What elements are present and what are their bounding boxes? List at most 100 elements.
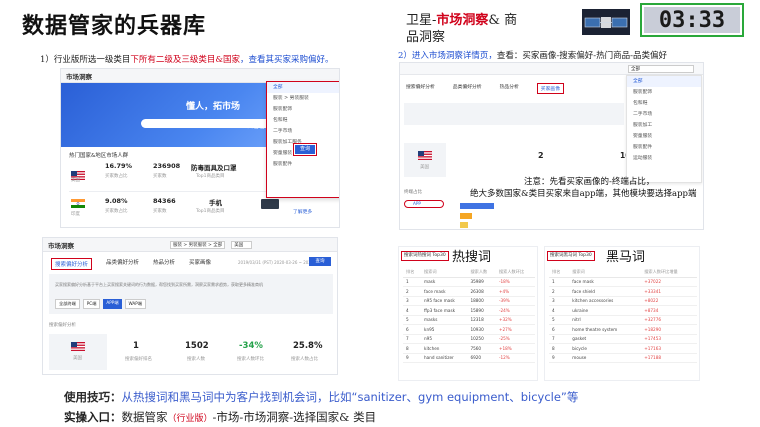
dark-horse-label: 黑马词 (606, 250, 646, 265)
list-item[interactable]: 二手市场 (627, 109, 701, 120)
row-in-pct: 9.08% (105, 197, 128, 205)
shot-b-topbar: 市场洞察 服装 > 男装服装 > 全部 美国 (43, 238, 337, 252)
header-highlight: 市场洞察 (436, 13, 489, 28)
table-row[interactable]: 7 gasket +17453 (549, 334, 697, 344)
step1-blue: ，查看其买家采购偏好。 (240, 55, 334, 65)
table-row[interactable]: 1 mask 35989 -18% (403, 277, 535, 287)
dropdown-item[interactable]: 服装 > 男装服装 (267, 93, 339, 104)
list-item[interactable]: 服装配件 (627, 142, 701, 153)
entry-path: 实操入口：数据管家（行业版）-市场-市场洞察-选择国家& 类目 (64, 409, 376, 425)
col-mom: 搜索人数环比 (495, 267, 535, 278)
table-row[interactable]: 9 hand sanitizer 6920 -12% (403, 353, 535, 363)
row-in-num-label: 买家数 (153, 209, 167, 214)
shot-a-brand: 市场洞察 (66, 72, 92, 81)
list-item[interactable]: 包和鞋 (627, 98, 701, 109)
table-row[interactable]: 5 masks 12318 +32% (403, 315, 535, 325)
hero-button[interactable]: 去看看 (247, 121, 265, 130)
table-row[interactable]: 5 nitrl +32776 (549, 315, 697, 325)
chip-all[interactable]: 全部终端 (55, 299, 80, 309)
dropdown-item[interactable]: 服装配饰 (267, 104, 339, 115)
table-row[interactable]: 6 kn95 10930 +27% (403, 324, 535, 335)
shot-c-desc-panel (404, 103, 624, 125)
entry-red: （行业版） (167, 414, 213, 424)
annotation-line-1: 注意：先看买家画像的-终端占比， (524, 177, 655, 187)
tab-category-preference[interactable]: 品类偏好分析 (453, 83, 482, 94)
hot-search-panel: 排名 搜索词 搜索人数 搜索人数环比 1 mask 35989 -18% 2 face … (398, 246, 538, 381)
chip-pc[interactable]: PC端 (82, 299, 101, 309)
table-row[interactable]: 4 ffp3 face mask 15890 -24% (403, 305, 535, 316)
row-in-num: 84366 (153, 197, 176, 205)
step-2-caption: 2）进入市场洞察详情页，查看：买家画像-搜索偏好-热门商品-品类偏好 (398, 49, 667, 61)
chip-wap[interactable]: WAP端 (124, 299, 147, 309)
shot-b-tabs: 搜索偏好分析 品类偏好分析 热品分析 买家画像 (51, 258, 211, 270)
category-dropdown[interactable]: 全部 服装 > 男装服装 服装配饰 包和鞋 二手市场 服装加工服务 婴童服装 服… (266, 81, 339, 198)
tab-hot-products[interactable]: 热品分析 (500, 83, 519, 94)
table-row[interactable]: 3 kitchen accessories +8022 (549, 296, 697, 306)
tab-search-preference[interactable]: 搜索偏好分析 (51, 258, 93, 270)
hot-search-label: 热搜词 (452, 250, 492, 265)
category-filter[interactable]: 服装 > 男装服装 > 全部 (170, 240, 226, 249)
terminal-bar-app (460, 203, 494, 209)
terminal-share-label: 终端占比 (404, 190, 422, 195)
table-header-row: 排名 搜索词 搜索人数环比增量 (549, 267, 697, 278)
table-row[interactable]: 2 face mask 26308 +4% (403, 286, 535, 297)
table-row[interactable]: 2 face shield +33341 (549, 286, 697, 297)
table-row[interactable]: 9 mouse +17188 (549, 353, 697, 363)
table-row[interactable]: 6 home theatre system +18290 (549, 324, 697, 335)
stat-share: 25.8% (293, 341, 323, 351)
dark-horse-badge: 搜索词黑马词 Top30 (547, 251, 595, 261)
dropdown-item[interactable]: 全部 (267, 82, 339, 93)
country-card-label: 美国 (73, 356, 82, 361)
dropdown-item[interactable]: 二手市场 (267, 126, 339, 137)
dropdown-item[interactable]: 包和鞋 (267, 115, 339, 126)
step2-post: 查看：买家画像-搜索偏好-热门商品-品类偏好 (496, 51, 668, 61)
slide: 数据管家的兵器库 卫星-市场洞察& 商品洞察 03:33 1）行业版所选一级类目… (0, 0, 760, 427)
list-item[interactable]: 服装配饰 (627, 87, 701, 98)
stat-searchers-label: 搜索人数 (187, 357, 205, 362)
shot-c-category-list[interactable]: 全部 服装配饰 包和鞋 二手市场 服装加工 婴童服装 服装配件 运动服装 (626, 75, 702, 183)
chip-app[interactable]: APP端 (103, 299, 122, 309)
tab-buyer-profile-active[interactable]: 买家画像 (536, 83, 564, 94)
list-item[interactable]: 运动服装 (627, 153, 701, 164)
query-button-label: 查询 (295, 145, 315, 154)
list-item[interactable]: 服装加工 (627, 120, 701, 131)
terminal-chips: 全部终端 PC端 APP端 WAP端 (55, 299, 147, 309)
header-right: 卫星-市场洞察& 商品洞察 (406, 12, 518, 46)
tab-hot-products[interactable]: 热品分析 (153, 258, 175, 270)
country-select[interactable]: 美国 (231, 240, 253, 249)
shot-c-tabs: 搜索偏好分析 品类偏好分析 热品分析 买家画像 (406, 83, 564, 94)
section-label: 搜索偏好分析 (49, 323, 76, 328)
table-row[interactable]: 3 n95 face mask 18800 -39% (403, 296, 535, 306)
panel-description: 买家搜索偏好分析基于平台上买家搜索关键词的行为数据，帮您找到买家所需，洞察买家需… (55, 282, 263, 287)
shot-c-country-label: 美国 (420, 165, 429, 170)
tab-category-preference[interactable]: 品类偏好分析 (106, 258, 139, 270)
list-item[interactable]: 全部 (627, 76, 701, 87)
usage-tip-lead: 使用技巧： (64, 390, 122, 404)
search-pref-panel: 买家搜索偏好分析基于平台上买家搜索关键词的行为数据，帮您找到买家所需，洞察买家需… (49, 274, 333, 314)
screenshot-buyer-profile: 全部 搜索偏好分析 品类偏好分析 热品分析 买家画像 美国 2 10.06% 终… (399, 62, 704, 230)
table-row[interactable]: 8 kitchen 7560 +18% (403, 343, 535, 354)
screenshot-market-home: 市场洞察 懂人，拓市场 去看看 热门国家&地区市场人群 美国 16.79% 买家… (60, 68, 340, 228)
row-us-num: 236908 (153, 162, 181, 170)
row-in-country: 印度 (71, 212, 80, 217)
tab-search-preference[interactable]: 搜索偏好分析 (406, 83, 435, 94)
tab-buyer-profile[interactable]: 买家画像 (189, 258, 211, 270)
shot-b-query-button[interactable]: 查询 (309, 257, 331, 266)
countdown-timer: 03:33 (640, 3, 744, 37)
col-keyword: 搜索词 (421, 267, 468, 278)
row-us-product-label: Top1商品类目 (196, 174, 225, 179)
table-row[interactable]: 8 bicycle +17163 (549, 343, 697, 354)
list-item[interactable]: 婴童服装 (627, 131, 701, 142)
row-in-more-link[interactable]: 了解更多 (293, 208, 312, 215)
stat-mom-label: 搜索人数环比 (237, 357, 264, 362)
shot-c-search-input[interactable]: 全部 (628, 65, 694, 73)
query-button[interactable]: 查询 (293, 143, 317, 156)
dropdown-item[interactable]: 服装配件 (267, 159, 339, 170)
phone-thumbnail (261, 199, 279, 209)
table-header-row: 排名 搜索词 搜索人数 搜索人数环比 (403, 267, 535, 278)
table-row[interactable]: 1 face mask +37022 (549, 277, 697, 287)
table-row[interactable]: 4 ukraine +8734 (549, 305, 697, 316)
step1-pre: 1）行业版所选一级类目 (40, 55, 131, 65)
table-row[interactable]: 7 n95 10250 -25% (403, 334, 535, 344)
india-flag-icon (71, 199, 85, 208)
